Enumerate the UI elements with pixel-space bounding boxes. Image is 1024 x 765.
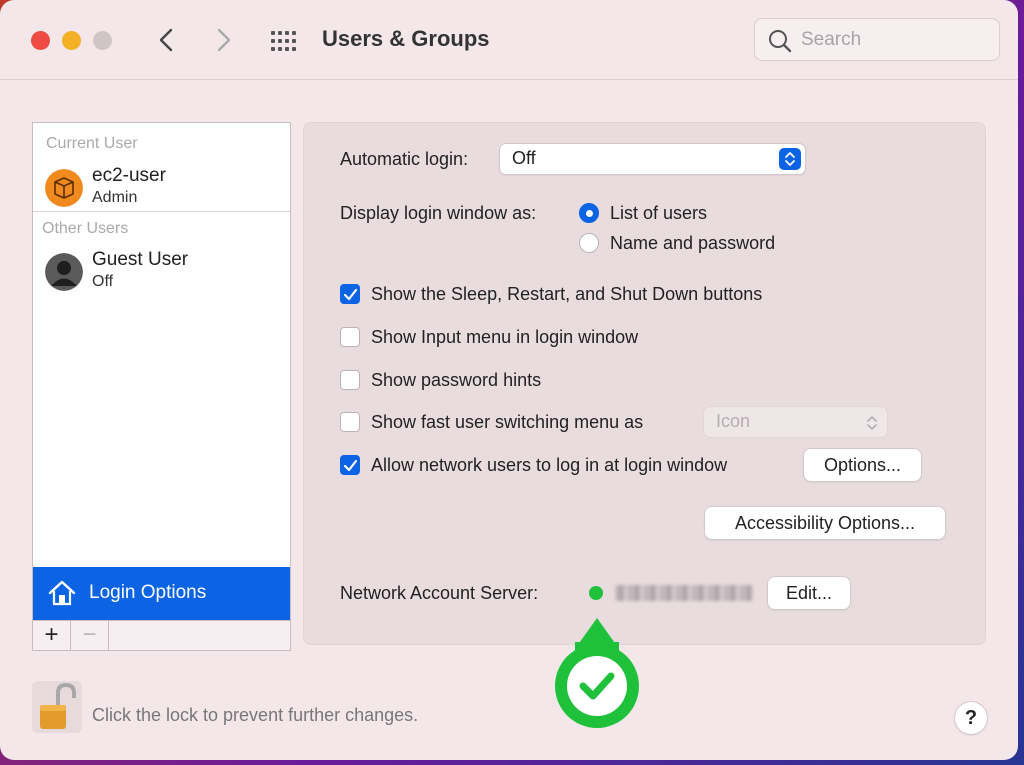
checkbox-show-password-hints[interactable] — [340, 370, 360, 390]
title-bar: Users & Groups — [0, 0, 1018, 80]
popup-stepper — [863, 413, 881, 433]
network-account-server-label: Network Account Server: — [340, 583, 539, 603]
grid-icon — [271, 31, 296, 51]
user-status: Off — [92, 273, 114, 290]
checkbox-show-input-menu[interactable] — [340, 327, 360, 347]
sidebar-footer: + − — [33, 620, 290, 651]
fast-switch-popup[interactable]: Icon — [704, 407, 887, 437]
radio-name-and-password[interactable] — [579, 233, 599, 253]
lock-button[interactable] — [32, 681, 82, 733]
add-user-button[interactable]: + — [33, 621, 71, 651]
remove-user-button[interactable]: − — [71, 621, 109, 651]
chevron-right-icon — [217, 28, 231, 52]
sidebar-item-login-options[interactable]: Login Options — [33, 567, 290, 620]
chevron-updown-icon — [785, 152, 795, 166]
user-name: Guest User — [92, 249, 189, 270]
checkmark-icon — [343, 459, 358, 472]
accessibility-options-button[interactable]: Accessibility Options... — [705, 507, 945, 539]
checkbox-allow-network-users[interactable] — [340, 455, 360, 475]
checkbox-fast-user-switching-label: Show fast user switching menu as — [371, 412, 644, 432]
back-button[interactable] — [152, 24, 182, 56]
checkbox-fast-user-switching[interactable] — [340, 412, 360, 432]
checkbox-show-sleep-restart-label: Show the Sleep, Restart, and Shut Down b… — [371, 284, 763, 304]
display-login-label: Display login window as: — [340, 203, 537, 223]
house-icon — [48, 580, 76, 606]
forward-button[interactable] — [208, 24, 238, 56]
chevron-updown-icon — [867, 416, 877, 430]
section-divider — [33, 211, 290, 212]
avatar — [45, 169, 83, 207]
close-window-button[interactable] — [31, 31, 50, 50]
lock-hint-text: Click the lock to prevent further change… — [92, 705, 419, 725]
search-icon — [769, 30, 792, 53]
sidebar-item-guest-user[interactable]: Guest User Off — [33, 245, 290, 305]
search-field[interactable] — [754, 18, 1000, 61]
show-all-button[interactable] — [268, 28, 300, 54]
checkbox-show-input-menu-label: Show Input menu in login window — [371, 327, 639, 347]
edit-server-button[interactable]: Edit... — [768, 577, 850, 609]
person-avatar-icon — [45, 253, 83, 291]
box-avatar-icon — [45, 169, 83, 207]
window-title: Users & Groups — [322, 26, 490, 51]
radio-list-of-users[interactable] — [579, 203, 599, 223]
radio-name-and-password-label: Name and password — [610, 233, 776, 253]
server-status-indicator — [589, 586, 603, 600]
checkbox-show-sleep-restart[interactable] — [340, 284, 360, 304]
automatic-login-popup[interactable]: Off — [500, 144, 805, 174]
other-users-section-label: Other Users — [42, 220, 129, 237]
radio-list-of-users-label: List of users — [610, 203, 708, 223]
server-address-redacted — [615, 585, 753, 601]
automatic-login-label: Automatic login: — [340, 149, 469, 169]
checkmark-badge-icon — [553, 614, 641, 732]
checkbox-allow-network-users-label: Allow network users to log in at login w… — [371, 455, 728, 475]
login-options-panel: Automatic login: Off Display login windo… — [303, 122, 986, 645]
automatic-login-value: Off — [512, 148, 536, 168]
search-input[interactable] — [801, 27, 991, 53]
options-button[interactable]: Options... — [804, 449, 921, 481]
checkbox-show-password-hints-label: Show password hints — [371, 370, 542, 390]
users-sidebar: Current User ec2-user Admin Other Users — [32, 122, 291, 651]
user-role: Admin — [92, 189, 138, 206]
zoom-window-button[interactable] — [93, 31, 112, 50]
avatar — [45, 253, 83, 291]
login-options-label: Login Options — [89, 582, 207, 603]
unlocked-padlock-icon — [40, 682, 76, 729]
user-name: ec2-user — [92, 165, 166, 186]
checkmark-icon — [343, 288, 358, 301]
fast-switch-value: Icon — [716, 411, 751, 431]
chevron-left-icon — [159, 28, 173, 52]
minimize-window-button[interactable] — [62, 31, 81, 50]
popup-stepper — [779, 148, 801, 170]
sidebar-item-ec2-user[interactable]: ec2-user Admin — [33, 161, 290, 221]
current-user-section-label: Current User — [46, 135, 138, 152]
help-button[interactable]: ? — [955, 702, 987, 734]
users-groups-window: Users & Groups Current User ec2-user Adm… — [0, 0, 1018, 760]
